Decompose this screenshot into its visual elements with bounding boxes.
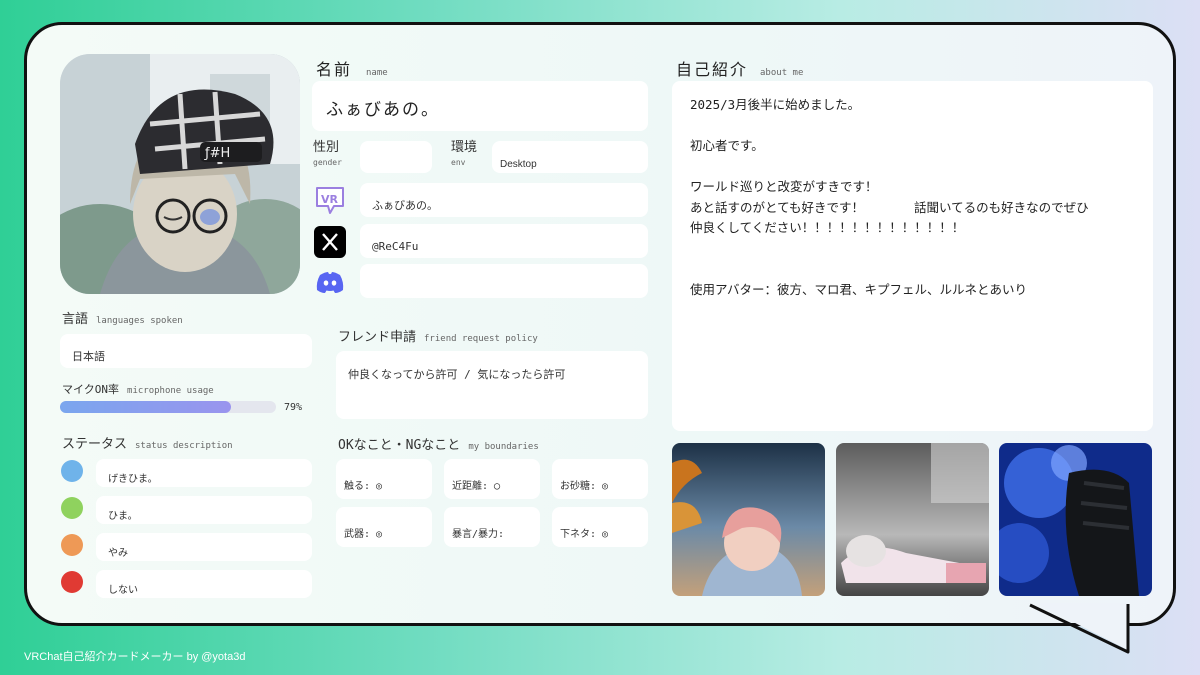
boundaries-label-en: my boundaries	[468, 442, 539, 452]
avatar-image: ƒ#H	[60, 54, 300, 294]
mic-label-en: microphone usage	[127, 386, 214, 396]
about-field: 2025/3月後半に始めました。 初心者です。 ワールド巡りと改変がすきです！ …	[672, 81, 1153, 431]
mic-label-row: マイクON率 microphone usage	[62, 378, 214, 397]
vrchat-logo-icon: VR	[314, 184, 346, 216]
mic-progress-fill	[60, 401, 231, 413]
boundary-item-4: 武器: ◎	[336, 507, 432, 547]
friend-request-field: 仲良くなってから許可 / 気になったら許可	[336, 351, 648, 419]
photo-2	[836, 443, 989, 596]
friend-request-label: フレンド申請	[338, 330, 417, 345]
boundary-text-3: お砂糖: ◎	[560, 481, 609, 492]
boundary-item-6: 下ネタ: ◎	[552, 507, 648, 547]
boundary-text-2: 近距離: ◯	[452, 481, 501, 492]
boundary-item-3: お砂糖: ◎	[552, 459, 648, 499]
boundary-item-2: 近距離: ◯	[444, 459, 540, 499]
status-text-2: ひま。	[108, 511, 138, 522]
boundaries-label-row: OKなこと・NGなこと my boundaries	[338, 434, 539, 453]
boundary-item-1: 触る: ◎	[336, 459, 432, 499]
discord-field	[360, 264, 648, 298]
x-field: @ReC4Fu	[360, 224, 648, 258]
boundary-item-5: 暴言/暴力:	[444, 507, 540, 547]
boundary-text-5: 暴言/暴力:	[452, 529, 505, 540]
vrchat-field: ふぁびあの。	[360, 183, 648, 217]
status-dot-4	[61, 571, 83, 593]
languages-label-en: languages spoken	[96, 316, 183, 326]
gender-label: 性別	[313, 140, 340, 155]
vrchat-value: ふぁびあの。	[372, 199, 438, 212]
mic-progress-track	[60, 401, 276, 413]
env-value: Desktop	[500, 159, 537, 170]
discord-logo-icon	[314, 266, 346, 298]
x-logo-icon	[314, 226, 346, 258]
name-label-en: name	[366, 68, 388, 78]
mic-percent: 79%	[284, 402, 303, 413]
status-item-1: げきひま。	[96, 459, 312, 487]
boundary-text-6: 下ネタ: ◎	[560, 529, 609, 540]
languages-value: 日本語	[72, 350, 105, 363]
about-label-row: 自己紹介 about me	[676, 56, 803, 80]
friend-request-label-row: フレンド申請 friend request policy	[338, 326, 538, 345]
status-text-3: やみ	[108, 548, 128, 559]
friend-request-label-en: friend request policy	[424, 334, 538, 344]
boundaries-label: OKなこと・NGなこと	[338, 438, 461, 453]
about-label-en: about me	[760, 68, 804, 78]
name-value: ふぁびあの。	[326, 100, 440, 120]
x-value: @ReC4Fu	[372, 240, 419, 253]
about-text: 2025/3月後半に始めました。 初心者です。 ワールド巡りと改変がすきです！ …	[690, 97, 1089, 297]
env-label: 環境	[451, 140, 478, 155]
speech-tail	[1028, 603, 1130, 654]
about-label: 自己紹介	[676, 60, 749, 79]
name-label-row: 名前 name	[316, 56, 388, 80]
gender-label-en: gender	[313, 158, 342, 167]
photo-3	[999, 443, 1152, 596]
status-label: ステータス	[62, 437, 128, 452]
env-label-block: 環境 env	[451, 140, 478, 169]
languages-field: 日本語	[60, 334, 312, 368]
languages-label-row: 言語 languages spoken	[62, 308, 183, 327]
status-item-3: やみ	[96, 533, 312, 561]
gender-field	[360, 141, 432, 173]
boundary-text-1: 触る: ◎	[344, 481, 383, 492]
status-item-2: ひま。	[96, 496, 312, 524]
photo-1	[672, 443, 825, 596]
status-dot-1	[61, 460, 83, 482]
svg-text:ƒ#H: ƒ#H	[204, 146, 230, 161]
friend-request-value: 仲良くなってから許可 / 気になったら許可	[348, 368, 566, 381]
env-field: Desktop	[492, 141, 648, 173]
gender-label-block: 性別 gender	[313, 140, 342, 169]
credit-text: VRChat自己紹介カードメーカー by @yota3d	[24, 651, 246, 663]
name-label: 名前	[316, 60, 353, 79]
languages-label: 言語	[62, 312, 89, 327]
mic-label: マイクON率	[62, 383, 120, 396]
boundary-text-4: 武器: ◎	[344, 529, 383, 540]
status-text-4: しない	[108, 585, 138, 596]
status-label-row: ステータス status description	[62, 433, 233, 452]
name-field: ふぁびあの。	[312, 81, 648, 131]
status-dot-2	[61, 497, 83, 519]
status-label-en: status description	[135, 441, 233, 451]
status-dot-3	[61, 534, 83, 556]
status-text-1: げきひま。	[108, 474, 158, 485]
status-item-4: しない	[96, 570, 312, 598]
env-label-en: env	[451, 158, 466, 167]
svg-text:VR: VR	[321, 193, 339, 206]
